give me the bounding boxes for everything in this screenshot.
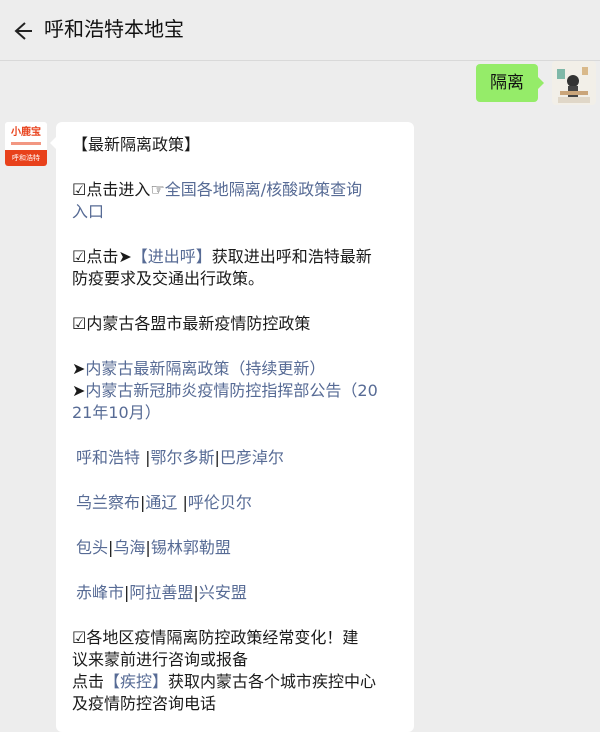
policy-link-line: ➤内蒙古最新隔离政策（持续更新） [72,358,404,380]
city-link-hulunbuir[interactable]: 呼伦贝尔 [188,493,252,512]
user-avatar-image [552,61,596,105]
cdc-click-text: 点击 [72,672,105,691]
back-arrow-icon[interactable] [10,19,34,43]
city-link-tongliao[interactable]: 通辽 [145,493,177,512]
chat-header: 呼和浩特本地宝 [0,0,600,61]
city-link-bayannur[interactable]: 巴彦淖尔 [220,448,284,467]
epidemic-notice-link[interactable]: 内蒙古新冠肺炎疫情防控指挥部公告（20 [85,381,377,400]
city-link-alxa[interactable]: 阿拉善盟 [129,583,193,602]
outgoing-message[interactable]: 隔离 [476,64,544,102]
incoming-message: 【最新隔离政策】 ☑点击进入☞全国各地隔离/核酸政策查询 入口 ☑点击➤【进出呼… [50,122,414,732]
travel-policy-text: 获取进出呼和浩特最新 [211,247,372,266]
travel-policy-text-continued: 防疫要求及交通出行政策。 [72,269,265,288]
city-link-ulanqab[interactable]: 乌兰察布 [76,493,140,512]
travel-policy-prefix: ☑点击➤ [72,247,132,266]
cdc-text-continued: 及疫情防控咨询电话 [72,694,217,713]
arrow-icon: ➤ [72,359,86,378]
avatar-city-label: 呼和浩特 [5,150,47,166]
travel-policy-link[interactable]: 【进出呼】 [132,247,212,266]
city-link-ordos[interactable]: 鄂尔多斯 [151,448,215,467]
city-link-hinggan[interactable]: 兴安盟 [199,583,247,602]
cdc-link[interactable]: 【疾控】 [104,672,168,691]
city-link-hohhot[interactable]: 呼和浩特 [76,448,140,467]
user-avatar[interactable] [552,61,596,105]
bot-avatar[interactable]: 小鹿宝 呼和浩特 [5,122,47,166]
city-row: 包头|乌海|锡林郭勒盟 [76,538,231,557]
message-heading: 【最新隔离政策】 [72,135,201,154]
notice-link-line: ➤内蒙古新冠肺炎疫情防控指挥部公告（20 [72,380,404,402]
cdc-line: 点击【疾控】获取内蒙古各个城市疾控中心 [72,671,404,693]
query-entry-link-continued[interactable]: 入口 [72,202,104,221]
city-row: 乌兰察布|通辽 |呼伦贝尔 [76,493,252,512]
policy-change-note-continued: 议来蒙前进行咨询或报备 [72,650,249,669]
city-link-wuhai[interactable]: 乌海 [113,538,145,557]
cdc-text: 获取内蒙古各个城市疾控中心 [168,672,377,691]
city-row: 呼和浩特 |鄂尔多斯|巴彦淖尔 [76,448,284,467]
avatar-logo-text: 小鹿宝 [11,127,41,138]
latest-isolation-policy-link[interactable]: 内蒙古最新隔离政策（持续更新） [85,359,325,378]
query-entry-link[interactable]: 全国各地隔离/核酸政策查询 [165,180,362,199]
city-link-xilingol[interactable]: 锡林郭勒盟 [151,538,231,557]
chat-title: 呼和浩特本地宝 [44,17,184,41]
policy-change-note: ☑各地区疫情隔离防控政策经常变化！建 [72,628,359,647]
epidemic-notice-link-continued[interactable]: 21年10月） [72,403,161,422]
avatar-logo-stripe [11,142,41,145]
query-entry-line: ☑点击进入☞全国各地隔离/核酸政策查询 [72,179,404,201]
travel-policy-line: ☑点击➤【进出呼】获取进出呼和浩特最新 [72,246,404,268]
arrow-icon: ➤ [72,381,86,400]
avatar-logo: 小鹿宝 [5,122,47,150]
city-link-baotou[interactable]: 包头 [76,538,108,557]
query-entry-prefix: ☑点击进入☞ [72,180,165,199]
city-row: 赤峰市|阿拉善盟|兴安盟 [76,583,247,602]
league-policy-heading: ☑内蒙古各盟市最新疫情防控政策 [72,314,311,333]
city-link-chifeng[interactable]: 赤峰市 [76,583,124,602]
